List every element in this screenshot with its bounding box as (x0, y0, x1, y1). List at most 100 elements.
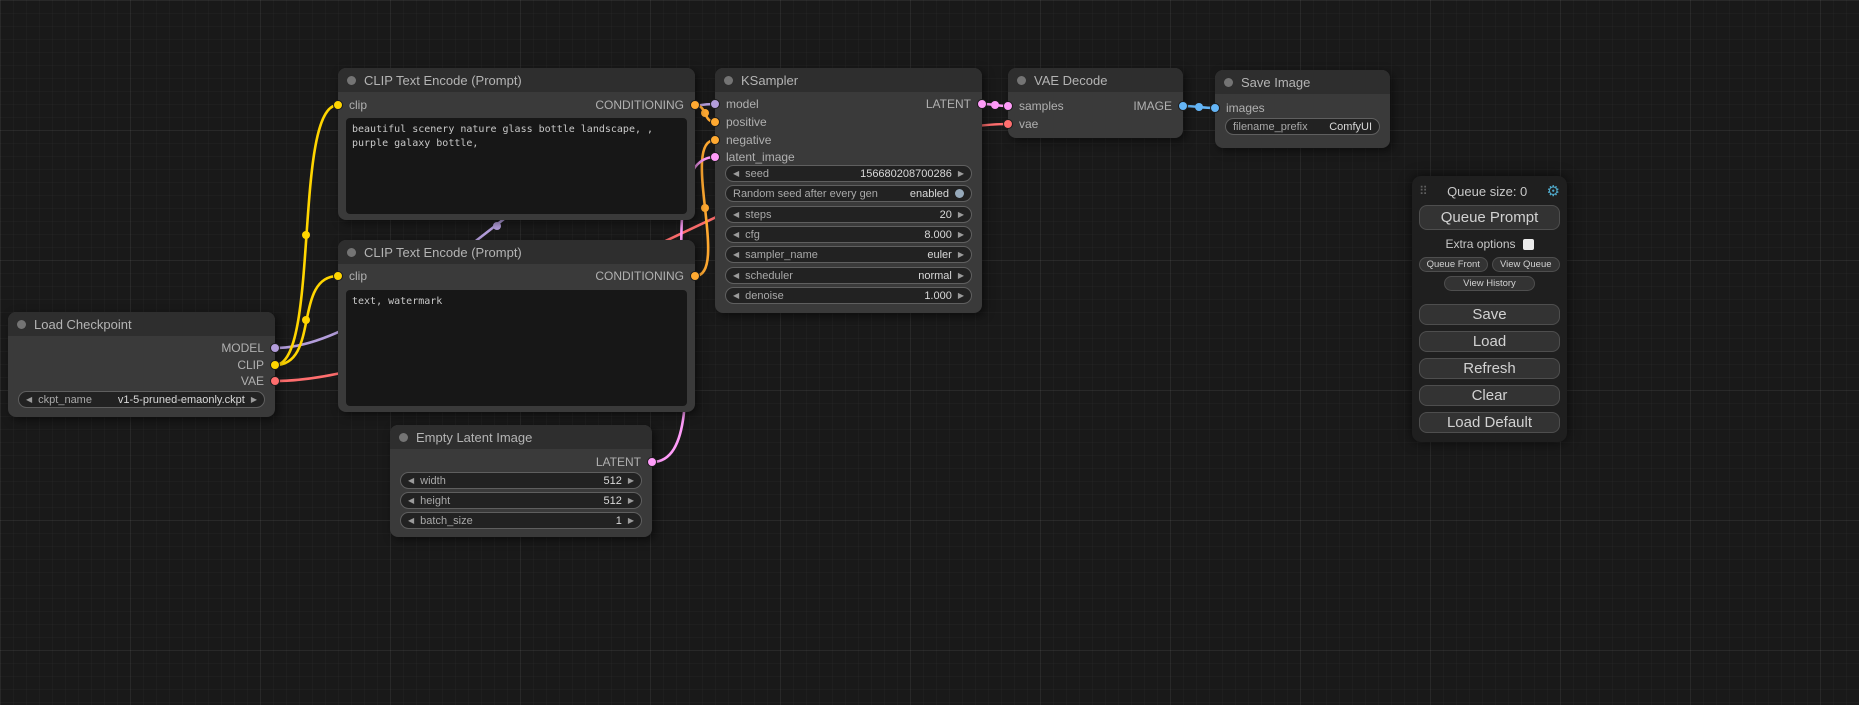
output-slot-conditioning[interactable]: CONDITIONING (595, 269, 700, 283)
node-ksampler[interactable]: KSampler model positive negative latent_… (715, 68, 982, 313)
node-save-image[interactable]: Save Image images filename_prefix ComfyU… (1215, 70, 1390, 148)
collapse-dot-icon[interactable] (724, 76, 733, 85)
input-slot-clip[interactable]: clip (333, 269, 367, 283)
increment-arrow-icon[interactable]: ▶ (628, 517, 634, 525)
node-titlebar[interactable]: VAE Decode (1008, 68, 1183, 92)
load-default-button[interactable]: Load Default (1419, 412, 1560, 433)
node-titlebar[interactable]: CLIP Text Encode (Prompt) (338, 68, 695, 92)
output-slot-vae[interactable]: VAE (241, 374, 280, 388)
node-load-checkpoint[interactable]: Load Checkpoint MODEL CLIP VAE ◀ ckpt_na… (8, 312, 275, 417)
node-clip-text-encode-negative[interactable]: CLIP Text Encode (Prompt) clip CONDITION… (338, 240, 695, 412)
widget-steps[interactable]: ◀ steps 20 ▶ (725, 206, 972, 223)
comfyui-canvas[interactable]: { "app": { "name": "ComfyUI node graph" … (0, 0, 1859, 705)
increment-arrow-icon[interactable]: ▶ (251, 396, 257, 404)
settings-gear-icon[interactable]: ⚙ (1547, 184, 1560, 199)
increment-arrow-icon[interactable]: ▶ (628, 497, 634, 505)
port-model-icon[interactable] (270, 343, 280, 353)
drag-handle-icon[interactable]: ⠿ (1419, 184, 1428, 198)
collapse-dot-icon[interactable] (1017, 76, 1026, 85)
output-slot-latent[interactable]: LATENT (596, 455, 657, 469)
input-slot-vae[interactable]: vae (1003, 117, 1038, 131)
port-image-icon[interactable] (1178, 101, 1188, 111)
output-slot-latent[interactable]: LATENT (926, 97, 987, 111)
port-vae-icon[interactable] (270, 376, 280, 386)
toggle-dot-icon[interactable] (955, 189, 964, 198)
widget-ckpt-name[interactable]: ◀ ckpt_name v1-5-pruned-emaonly.ckpt ▶ (18, 391, 265, 408)
port-latent-icon[interactable] (647, 457, 657, 467)
port-latent-icon[interactable] (710, 152, 720, 162)
decrement-arrow-icon[interactable]: ◀ (733, 292, 739, 300)
clear-button[interactable]: Clear (1419, 385, 1560, 406)
decrement-arrow-icon[interactable]: ◀ (733, 211, 739, 219)
collapse-dot-icon[interactable] (347, 76, 356, 85)
increment-arrow-icon[interactable]: ▶ (958, 231, 964, 239)
node-titlebar[interactable]: Save Image (1215, 70, 1390, 94)
port-clip-icon[interactable] (270, 360, 280, 370)
node-titlebar[interactable]: Load Checkpoint (8, 312, 275, 336)
input-slot-images[interactable]: images (1210, 101, 1265, 115)
decrement-arrow-icon[interactable]: ◀ (733, 231, 739, 239)
queue-front-button[interactable]: Queue Front (1419, 257, 1488, 272)
port-conditioning-icon[interactable] (690, 271, 700, 281)
increment-arrow-icon[interactable]: ▶ (628, 477, 634, 485)
widget-scheduler[interactable]: ◀ scheduler normal ▶ (725, 267, 972, 284)
save-button[interactable]: Save (1419, 304, 1560, 325)
output-slot-conditioning[interactable]: CONDITIONING (595, 98, 700, 112)
node-titlebar[interactable]: KSampler (715, 68, 982, 92)
widget-denoise[interactable]: ◀ denoise 1.000 ▶ (725, 287, 972, 304)
port-latent-icon[interactable] (1003, 101, 1013, 111)
decrement-arrow-icon[interactable]: ◀ (408, 517, 414, 525)
port-clip-icon[interactable] (333, 271, 343, 281)
collapse-dot-icon[interactable] (17, 320, 26, 329)
output-slot-clip[interactable]: CLIP (237, 358, 280, 372)
decrement-arrow-icon[interactable]: ◀ (733, 170, 739, 178)
view-queue-button[interactable]: View Queue (1492, 257, 1561, 272)
port-clip-icon[interactable] (333, 100, 343, 110)
increment-arrow-icon[interactable]: ▶ (958, 211, 964, 219)
refresh-button[interactable]: Refresh (1419, 358, 1560, 379)
extra-options-checkbox[interactable] (1523, 239, 1534, 250)
widget-width[interactable]: ◀ width 512 ▶ (400, 472, 642, 489)
widget-batch-size[interactable]: ◀ batch_size 1 ▶ (400, 512, 642, 529)
input-slot-samples[interactable]: samples (1003, 99, 1064, 113)
prompt-textarea[interactable]: text, watermark (346, 290, 687, 406)
input-slot-clip[interactable]: clip (333, 98, 367, 112)
port-latent-icon[interactable] (977, 99, 987, 109)
decrement-arrow-icon[interactable]: ◀ (733, 272, 739, 280)
node-titlebar[interactable]: Empty Latent Image (390, 425, 652, 449)
port-vae-icon[interactable] (1003, 119, 1013, 129)
node-empty-latent-image[interactable]: Empty Latent Image LATENT ◀ width 512 ▶ … (390, 425, 652, 537)
load-button[interactable]: Load (1419, 331, 1560, 352)
view-history-button[interactable]: View History (1444, 276, 1534, 291)
decrement-arrow-icon[interactable]: ◀ (733, 251, 739, 259)
output-slot-model[interactable]: MODEL (221, 341, 280, 355)
node-titlebar[interactable]: CLIP Text Encode (Prompt) (338, 240, 695, 264)
queue-prompt-button[interactable]: Queue Prompt (1419, 205, 1560, 230)
increment-arrow-icon[interactable]: ▶ (958, 251, 964, 259)
node-clip-text-encode-positive[interactable]: CLIP Text Encode (Prompt) clip CONDITION… (338, 68, 695, 220)
decrement-arrow-icon[interactable]: ◀ (26, 396, 32, 404)
input-slot-latent-image[interactable]: latent_image (710, 150, 795, 164)
input-slot-model[interactable]: model (710, 97, 759, 111)
increment-arrow-icon[interactable]: ▶ (958, 170, 964, 178)
widget-seed[interactable]: ◀ seed 156680208700286 ▶ (725, 165, 972, 182)
collapse-dot-icon[interactable] (1224, 78, 1233, 87)
output-slot-image[interactable]: IMAGE (1133, 99, 1188, 113)
collapse-dot-icon[interactable] (399, 433, 408, 442)
collapse-dot-icon[interactable] (347, 248, 356, 257)
input-slot-positive[interactable]: positive (710, 115, 767, 129)
prompt-textarea[interactable]: beautiful scenery nature glass bottle la… (346, 118, 687, 214)
port-image-icon[interactable] (1210, 103, 1220, 113)
widget-random-seed-toggle[interactable]: Random seed after every gen enabled (725, 185, 972, 202)
port-model-icon[interactable] (710, 99, 720, 109)
increment-arrow-icon[interactable]: ▶ (958, 292, 964, 300)
port-conditioning-icon[interactable] (690, 100, 700, 110)
widget-height[interactable]: ◀ height 512 ▶ (400, 492, 642, 509)
widget-cfg[interactable]: ◀ cfg 8.000 ▶ (725, 226, 972, 243)
increment-arrow-icon[interactable]: ▶ (958, 272, 964, 280)
decrement-arrow-icon[interactable]: ◀ (408, 497, 414, 505)
widget-filename-prefix[interactable]: filename_prefix ComfyUI (1225, 118, 1380, 135)
input-slot-negative[interactable]: negative (710, 133, 771, 147)
node-vae-decode[interactable]: VAE Decode samples vae IMAGE (1008, 68, 1183, 138)
widget-sampler-name[interactable]: ◀ sampler_name euler ▶ (725, 246, 972, 263)
